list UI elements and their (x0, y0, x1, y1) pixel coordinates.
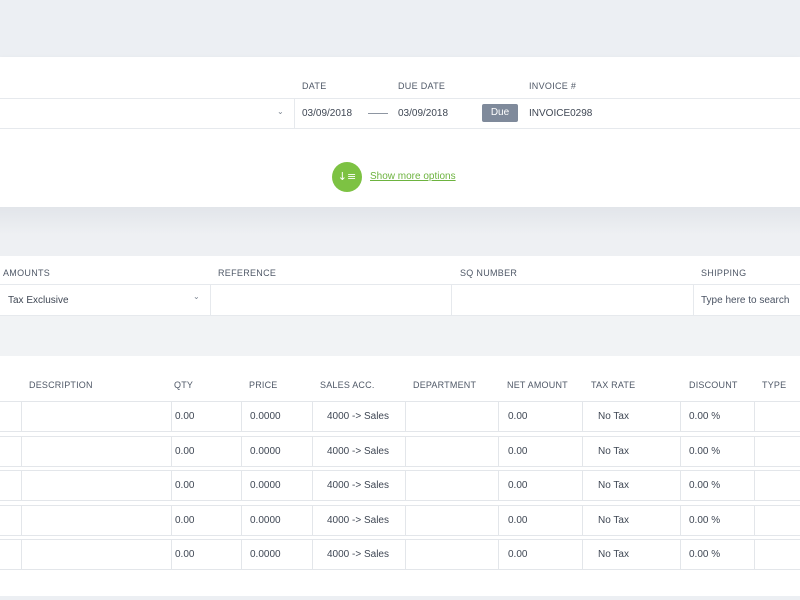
column-header-qty: QTY (174, 380, 194, 390)
sq-number-input[interactable] (452, 285, 692, 315)
table-row: 0.00 0.0000 4000 -> Sales 0.00 No Tax 0.… (0, 436, 800, 467)
description-cell[interactable] (21, 540, 171, 569)
price-cell[interactable]: 0.0000 (241, 402, 312, 431)
sales-acc-cell[interactable]: 4000 -> Sales (312, 402, 405, 431)
net-amount-cell[interactable]: 0.00 (498, 437, 582, 466)
tax-rate-cell[interactable]: No Tax (582, 402, 680, 431)
invoice-options-card: AMOUNTS REFERENCE SQ NUMBER SHIPPING Tax… (0, 256, 800, 316)
sq-number-label: SQ NUMBER (460, 268, 518, 278)
description-cell[interactable] (21, 402, 171, 431)
discount-cell[interactable]: 0.00 % (680, 506, 754, 535)
date-field[interactable]: 03/09/2018 (302, 108, 352, 119)
due-date-label: DUE DATE (398, 81, 446, 91)
type-cell[interactable] (754, 540, 800, 569)
column-header-price: PRICE (249, 380, 278, 390)
table-row: 0.00 0.0000 4000 -> Sales 0.00 No Tax 0.… (0, 539, 800, 570)
description-cell[interactable] (21, 506, 171, 535)
tax-rate-cell[interactable]: No Tax (582, 506, 680, 535)
section-gap (0, 316, 800, 356)
section-gap (0, 207, 800, 235)
column-header-tax-rate: TAX RATE (591, 380, 636, 390)
tax-rate-cell[interactable]: No Tax (582, 540, 680, 569)
status-badge: Due (482, 104, 518, 122)
amounts-label: AMOUNTS (3, 268, 51, 278)
type-cell[interactable] (754, 471, 800, 500)
tax-rate-cell[interactable]: No Tax (582, 471, 680, 500)
department-cell[interactable] (405, 437, 498, 466)
department-cell[interactable] (405, 540, 498, 569)
amounts-value: Tax Exclusive (8, 295, 69, 306)
invoice-header-card: DATE DUE DATE INVOICE # ⌄ 03/09/2018 03/… (0, 57, 800, 207)
column-header-net-amount: NET AMOUNT (507, 380, 568, 390)
net-amount-cell[interactable]: 0.00 (498, 402, 582, 431)
header-divider-bottom (0, 128, 800, 129)
top-band (0, 0, 800, 57)
department-cell[interactable] (405, 471, 498, 500)
qty-cell[interactable]: 0.00 (171, 506, 241, 535)
discount-cell[interactable]: 0.00 % (680, 471, 754, 500)
type-cell[interactable] (754, 506, 800, 535)
description-cell[interactable] (21, 437, 171, 466)
field-separator (294, 99, 295, 128)
description-cell[interactable] (21, 471, 171, 500)
due-date-field[interactable]: 03/09/2018 (398, 108, 448, 119)
chevron-down-icon: ⌄ (193, 292, 200, 301)
price-cell[interactable]: 0.0000 (241, 471, 312, 500)
column-header-description: DESCRIPTION (29, 380, 93, 390)
invoice-number-label: INVOICE # (529, 81, 577, 91)
shipping-search-input[interactable]: Type here to search (701, 295, 800, 306)
date-label: DATE (302, 81, 327, 91)
sort-list-icon[interactable]: ↓≡ (332, 162, 362, 192)
bottom-band (0, 596, 800, 600)
reference-input[interactable] (211, 285, 451, 315)
qty-cell[interactable]: 0.00 (171, 471, 241, 500)
department-cell[interactable] (405, 402, 498, 431)
amounts-select[interactable]: Tax Exclusive ⌄ (0, 285, 210, 315)
price-cell[interactable]: 0.0000 (241, 540, 312, 569)
show-more-options-link[interactable]: Show more options (370, 171, 456, 182)
table-row: 0.00 0.0000 4000 -> Sales 0.00 No Tax 0.… (0, 505, 800, 536)
department-cell[interactable] (405, 506, 498, 535)
sales-acc-cell[interactable]: 4000 -> Sales (312, 437, 405, 466)
type-cell[interactable] (754, 402, 800, 431)
invoice-lines-table: DESCRIPTION QTY PRICE SALES ACC. DEPARTM… (0, 356, 800, 600)
qty-cell[interactable]: 0.00 (171, 437, 241, 466)
date-range-dash (368, 113, 388, 114)
column-header-department: DEPARTMENT (413, 380, 477, 390)
discount-cell[interactable]: 0.00 % (680, 540, 754, 569)
field-separator (693, 285, 694, 315)
reference-label: REFERENCE (218, 268, 277, 278)
column-header-type: TYPE (762, 380, 787, 390)
discount-cell[interactable]: 0.00 % (680, 402, 754, 431)
price-cell[interactable]: 0.0000 (241, 506, 312, 535)
type-cell[interactable] (754, 437, 800, 466)
invoice-number-field[interactable]: INVOICE0298 (529, 108, 592, 119)
chevron-down-icon: ⌄ (277, 107, 284, 116)
net-amount-cell[interactable]: 0.00 (498, 506, 582, 535)
sales-acc-cell[interactable]: 4000 -> Sales (312, 540, 405, 569)
tax-rate-cell[interactable]: No Tax (582, 437, 680, 466)
customer-select[interactable]: ⌄ (0, 99, 294, 128)
table-row: 0.00 0.0000 4000 -> Sales 0.00 No Tax 0.… (0, 470, 800, 501)
column-header-discount: DISCOUNT (689, 380, 738, 390)
price-cell[interactable]: 0.0000 (241, 437, 312, 466)
table-row: 0.00 0.0000 4000 -> Sales 0.00 No Tax 0.… (0, 401, 800, 432)
net-amount-cell[interactable]: 0.00 (498, 471, 582, 500)
sales-acc-cell[interactable]: 4000 -> Sales (312, 471, 405, 500)
net-amount-cell[interactable]: 0.00 (498, 540, 582, 569)
qty-cell[interactable]: 0.00 (171, 540, 241, 569)
shipping-label: SHIPPING (701, 268, 747, 278)
qty-cell[interactable]: 0.00 (171, 402, 241, 431)
sales-acc-cell[interactable]: 4000 -> Sales (312, 506, 405, 535)
discount-cell[interactable]: 0.00 % (680, 437, 754, 466)
column-header-sales-acc: SALES ACC. (320, 380, 375, 390)
